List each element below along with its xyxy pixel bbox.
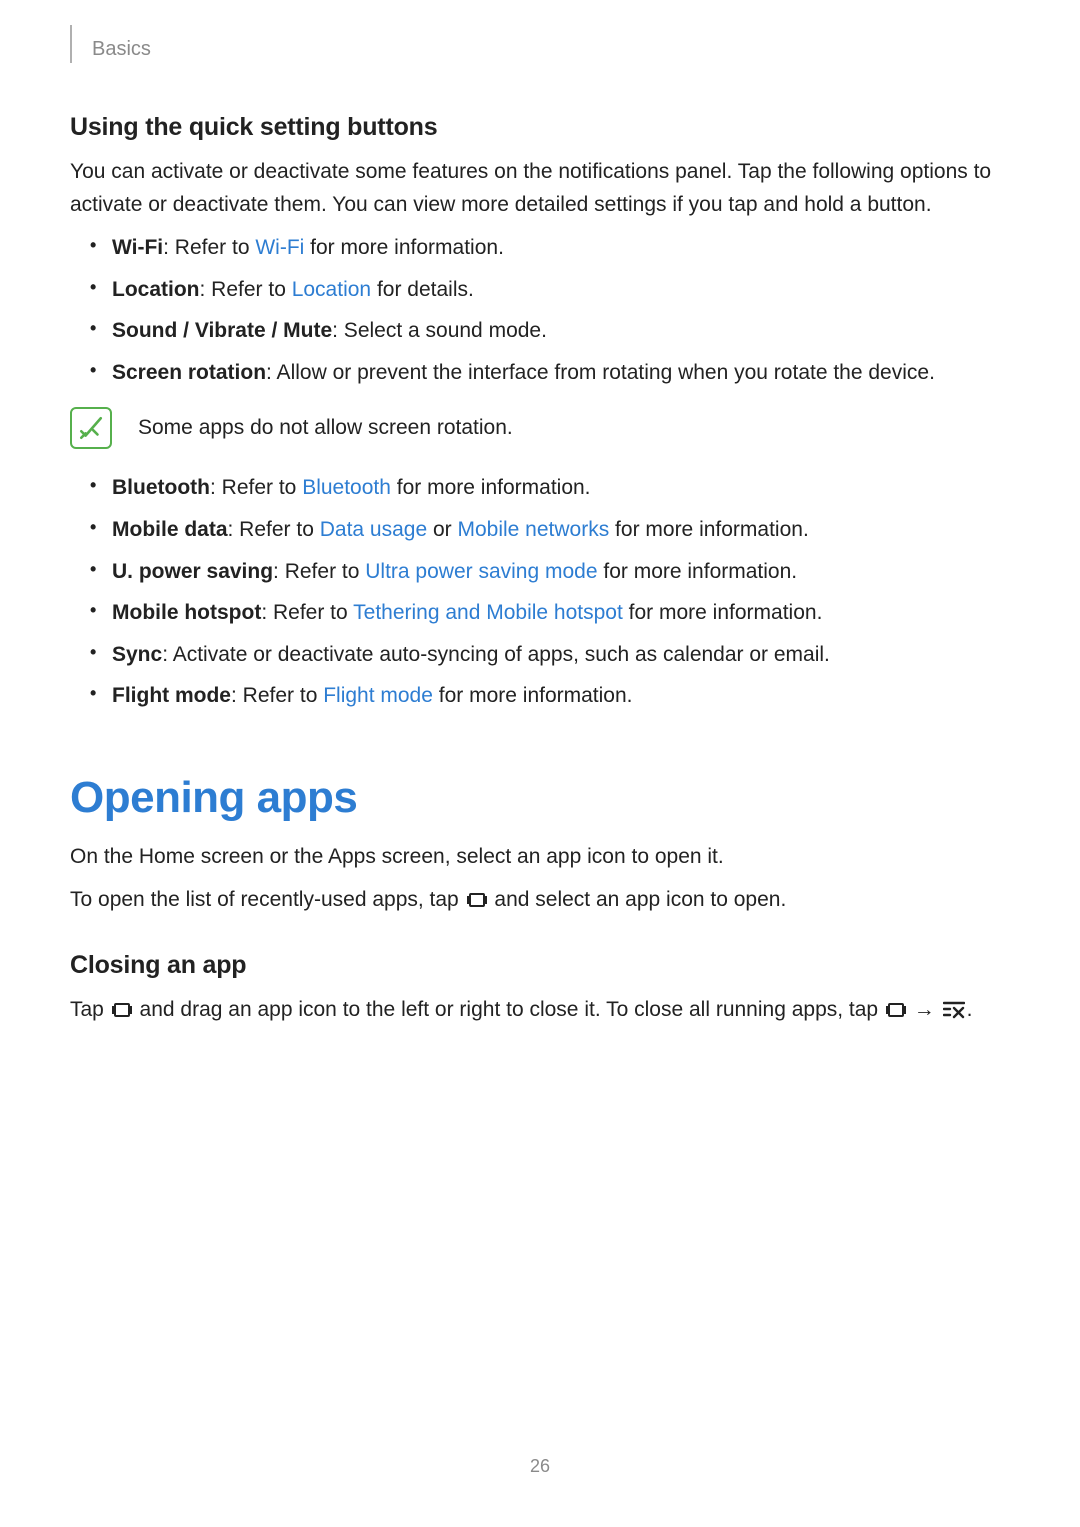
item-text: : Refer to — [273, 560, 365, 583]
heading-opening-apps: Opening apps — [70, 773, 1010, 823]
item-text: : Refer to — [163, 236, 255, 259]
list-item: Flight mode: Refer to Flight mode for mo… — [112, 679, 1010, 713]
item-bold: Location — [112, 278, 200, 301]
list-item: Sound / Vibrate / Mute: Select a sound m… — [112, 314, 1010, 348]
paragraph-opening-apps-1: On the Home screen or the Apps screen, s… — [70, 841, 1010, 874]
page-number: 26 — [0, 1456, 1080, 1477]
text-fragment: Tap — [70, 998, 110, 1021]
link-location[interactable]: Location — [292, 278, 371, 301]
item-text: : Refer to — [261, 601, 353, 624]
item-text: : Refer to — [210, 476, 302, 499]
item-bold: Wi-Fi — [112, 236, 163, 259]
item-text: for details. — [371, 278, 474, 301]
page: Basics Using the quick setting buttons Y… — [0, 0, 1080, 1527]
list-quick-settings-1: Wi-Fi: Refer to Wi-Fi for more informati… — [70, 231, 1010, 389]
item-bold: Mobile data — [112, 518, 228, 541]
item-text: : Allow or prevent the interface from ro… — [266, 361, 935, 384]
item-text: : Refer to — [200, 278, 292, 301]
list-item: Mobile data: Refer to Data usage or Mobi… — [112, 513, 1010, 547]
text-fragment: To open the list of recently-used apps, … — [70, 888, 465, 911]
item-text: for more information. — [598, 560, 798, 583]
list-item: Location: Refer to Location for details. — [112, 273, 1010, 307]
item-text: for more information. — [391, 476, 591, 499]
item-text: or — [427, 518, 457, 541]
list-item: Sync: Activate or deactivate auto-syncin… — [112, 638, 1010, 672]
heading-closing-app: Closing an app — [70, 951, 1010, 980]
heading-quick-settings: Using the quick setting buttons — [70, 113, 1010, 142]
note-callout: Some apps do not allow screen rotation. — [70, 407, 1010, 449]
list-quick-settings-2: Bluetooth: Refer to Bluetooth for more i… — [70, 471, 1010, 713]
item-bold: Flight mode — [112, 684, 231, 707]
arrow-icon: → — [908, 998, 941, 1021]
header-divider — [70, 25, 72, 63]
recent-apps-icon — [112, 997, 132, 1030]
recent-apps-icon — [467, 887, 487, 920]
item-bold: U. power saving — [112, 560, 273, 583]
header-section-label: Basics — [92, 38, 151, 61]
item-text: : Refer to — [231, 684, 323, 707]
list-item: Mobile hotspot: Refer to Tethering and M… — [112, 596, 1010, 630]
list-item: Screen rotation: Allow or prevent the in… — [112, 356, 1010, 390]
item-text: for more information. — [609, 518, 809, 541]
text-fragment: and drag an app icon to the left or righ… — [134, 998, 884, 1021]
list-item: Bluetooth: Refer to Bluetooth for more i… — [112, 471, 1010, 505]
paragraph-quick-settings-intro: You can activate or deactivate some feat… — [70, 156, 1010, 221]
item-text: for more information. — [433, 684, 633, 707]
link-ultra-power-saving[interactable]: Ultra power saving mode — [365, 560, 597, 583]
note-text: Some apps do not allow screen rotation. — [138, 416, 513, 440]
note-icon — [70, 407, 112, 449]
item-bold: Bluetooth — [112, 476, 210, 499]
item-bold: Sync — [112, 643, 162, 666]
link-data-usage[interactable]: Data usage — [320, 518, 427, 541]
link-mobile-networks[interactable]: Mobile networks — [457, 518, 609, 541]
item-bold: Screen rotation — [112, 361, 266, 384]
page-header: Basics — [70, 35, 1010, 63]
item-text: : Refer to — [228, 518, 320, 541]
link-bluetooth[interactable]: Bluetooth — [302, 476, 391, 499]
link-tethering[interactable]: Tethering and Mobile hotspot — [353, 601, 623, 624]
paragraph-closing-app: Tap and drag an app icon to the left or … — [70, 994, 1010, 1030]
item-bold: Mobile hotspot — [112, 601, 261, 624]
close-all-icon — [943, 997, 965, 1030]
list-item: U. power saving: Refer to Ultra power sa… — [112, 555, 1010, 589]
item-text: : Select a sound mode. — [332, 319, 547, 342]
item-bold: Sound / Vibrate / Mute — [112, 319, 332, 342]
text-fragment: . — [967, 998, 973, 1021]
item-text: : Activate or deactivate auto-syncing of… — [162, 643, 830, 666]
list-item: Wi-Fi: Refer to Wi-Fi for more informati… — [112, 231, 1010, 265]
recent-apps-icon — [886, 997, 906, 1030]
item-text: for more information. — [623, 601, 823, 624]
text-fragment: and select an app icon to open. — [489, 888, 787, 911]
link-wifi[interactable]: Wi-Fi — [255, 236, 304, 259]
link-flight-mode[interactable]: Flight mode — [323, 684, 433, 707]
item-text: for more information. — [304, 236, 504, 259]
paragraph-opening-apps-2: To open the list of recently-used apps, … — [70, 884, 1010, 920]
